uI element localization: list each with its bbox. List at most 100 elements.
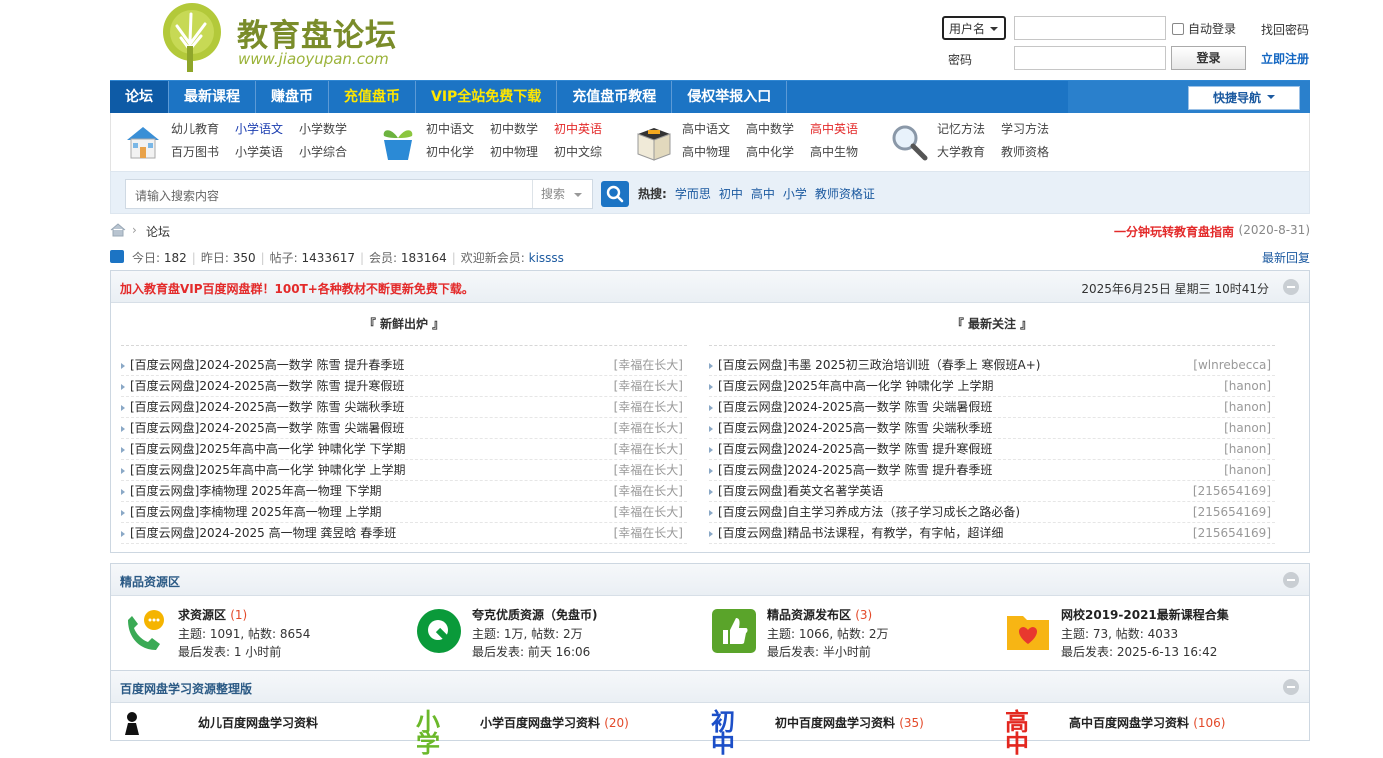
thread-author[interactable]: [hanon]: [1224, 397, 1271, 418]
cat-link[interactable]: 高中语文: [682, 120, 730, 137]
register-link[interactable]: 立即注册: [1261, 50, 1309, 67]
thread-title-link[interactable]: [百度云网盘]2024-2025高一数学 陈雪 提升春季班: [130, 358, 404, 372]
thread-author[interactable]: [幸福在长大]: [614, 502, 683, 523]
cat-link[interactable]: 初中物理: [490, 143, 538, 160]
thread-title-link[interactable]: [百度云网盘]2025年高中高一化学 钟啸化学 上学期: [718, 379, 994, 393]
find-password-link[interactable]: 找回密码: [1261, 21, 1309, 38]
cat-link[interactable]: 初中语文: [426, 120, 474, 137]
collapse-icon[interactable]: [1283, 572, 1299, 588]
thread-title-link[interactable]: [百度云网盘]2025年高中高一化学 钟啸化学 上学期: [130, 463, 406, 477]
cat-link[interactable]: 高中物理: [682, 143, 730, 160]
thread-title-link[interactable]: [百度云网盘]2024-2025高一数学 陈雪 尖端秋季班: [130, 400, 404, 414]
auto-login-checkbox[interactable]: 自动登录: [1172, 20, 1236, 37]
cat-link[interactable]: 小学语文: [235, 120, 283, 137]
cat-link[interactable]: 教师资格: [1001, 143, 1049, 160]
thread-title-link[interactable]: [百度云网盘]2024-2025高一数学 陈雪 提升寒假班: [130, 379, 404, 393]
thread-author[interactable]: [hanon]: [1224, 439, 1271, 460]
thread-row[interactable]: [百度云网盘]韦墨 2025初三政治培训班（春季上 寒假班A+) [wlnrebe…: [709, 355, 1275, 376]
thread-title-link[interactable]: [百度云网盘]2024-2025 高一物理 龚昱晗 春季班: [130, 526, 396, 540]
thread-title-link[interactable]: [百度云网盘]看英文名著学英语: [718, 484, 883, 498]
baidu-title[interactable]: 百度网盘学习资源整理版: [120, 680, 252, 697]
cat-link[interactable]: 幼儿教育: [171, 120, 219, 137]
thread-row[interactable]: [百度云网盘]精品书法课程，有教学，有字帖，超详细 [215654169]: [709, 523, 1275, 544]
announcement-title[interactable]: 加入教育盘VIP百度网盘群！100T+各种教材不断更新免费下载。: [120, 280, 474, 297]
quick-nav-button[interactable]: 快捷导航: [1188, 86, 1300, 110]
cat-link[interactable]: 百万图书: [171, 143, 219, 160]
cat-link[interactable]: 高中生物: [810, 143, 858, 160]
thread-author[interactable]: [wlnrebecca]: [1193, 355, 1271, 376]
thread-title-link[interactable]: [百度云网盘]李楠物理 2025年高一物理 上学期: [130, 505, 382, 519]
thread-row[interactable]: [百度云网盘]2024-2025高一数学 陈雪 尖端暑假班 [hanon]: [709, 397, 1275, 418]
thread-title-link[interactable]: [百度云网盘]2024-2025高一数学 陈雪 尖端秋季班: [718, 421, 992, 435]
thread-row[interactable]: [百度云网盘]李楠物理 2025年高一物理 下学期 [幸福在长大]: [121, 481, 687, 502]
cat-link[interactable]: 高中化学: [746, 143, 794, 160]
thread-title-link[interactable]: [百度云网盘]韦墨 2025初三政治培训班（春季上 寒假班A+): [718, 358, 1040, 372]
thread-title-link[interactable]: [百度云网盘]2024-2025高一数学 陈雪 提升寒假班: [718, 442, 992, 456]
login-type-select[interactable]: 用户名: [942, 16, 1006, 40]
nav-item-report[interactable]: 侵权举报入口: [672, 81, 788, 113]
nav-item-earn-coins[interactable]: 赚盘币: [256, 81, 329, 113]
thread-author[interactable]: [幸福在长大]: [614, 481, 683, 502]
thread-row[interactable]: [百度云网盘]自主学习养成方法（孩子学习成长之路必备) [215654169]: [709, 502, 1275, 523]
thread-author[interactable]: [幸福在长大]: [614, 460, 683, 481]
nav-item-recharge-guide[interactable]: 充值盘币教程: [557, 81, 673, 113]
collapse-icon[interactable]: [1283, 679, 1299, 695]
thread-row[interactable]: [百度云网盘]2025年高中高一化学 钟啸化学 上学期 [幸福在长大]: [121, 460, 687, 481]
search-type-select[interactable]: 搜索: [532, 180, 592, 208]
cat-link[interactable]: 大学教育: [937, 143, 985, 160]
hot-link[interactable]: 高中: [751, 185, 775, 202]
thread-row[interactable]: [百度云网盘]2024-2025高一数学 陈雪 提升寒假班 [幸福在长大]: [121, 376, 687, 397]
collapse-icon[interactable]: [1283, 279, 1299, 295]
checkbox-icon[interactable]: [1172, 22, 1184, 35]
thread-title-link[interactable]: [百度云网盘]自主学习养成方法（孩子学习成长之路必备): [718, 505, 1020, 519]
thread-author[interactable]: [215654169]: [1193, 481, 1271, 502]
thread-title-link[interactable]: [百度云网盘]2024-2025高一数学 陈雪 提升春季班: [718, 463, 992, 477]
thread-title-link[interactable]: [百度云网盘]李楠物理 2025年高一物理 下学期: [130, 484, 382, 498]
thread-author[interactable]: [hanon]: [1224, 460, 1271, 481]
hot-link[interactable]: 学而思: [675, 185, 711, 202]
cat-link[interactable]: 小学综合: [299, 143, 347, 160]
thread-row[interactable]: [百度云网盘]2024-2025高一数学 陈雪 提升寒假班 [hanon]: [709, 439, 1275, 460]
thread-row[interactable]: [百度云网盘]2024-2025高一数学 陈雪 提升春季班 [hanon]: [709, 460, 1275, 481]
latest-replies-link[interactable]: 最新回复: [1262, 249, 1310, 266]
breadcrumb-current[interactable]: 论坛: [146, 223, 170, 240]
notice-link[interactable]: 一分钟玩转教育盘指南: [1114, 223, 1234, 240]
thread-row[interactable]: [百度云网盘]看英文名著学英语 [215654169]: [709, 481, 1275, 502]
thread-row[interactable]: [百度云网盘]2024-2025 高一物理 龚昱晗 春季班 [幸福在长大]: [121, 523, 687, 544]
search-input[interactable]: 请输入搜索内容 搜索: [125, 179, 593, 209]
hot-link[interactable]: 小学: [783, 185, 807, 202]
cat-link[interactable]: 初中英语: [554, 120, 602, 137]
thread-row[interactable]: [百度云网盘]2025年高中高一化学 钟啸化学 上学期 [hanon]: [709, 376, 1275, 397]
cat-link[interactable]: 初中数学: [490, 120, 538, 137]
username-input[interactable]: [1014, 16, 1166, 40]
hot-link[interactable]: 初中: [719, 185, 743, 202]
password-input[interactable]: [1014, 46, 1166, 70]
cat-link[interactable]: 高中英语: [810, 120, 858, 137]
thread-author[interactable]: [幸福在长大]: [614, 397, 683, 418]
nav-item-vip-download[interactable]: VIP全站免费下载: [416, 81, 558, 113]
featured-title[interactable]: 精品资源区: [120, 573, 180, 590]
nav-item-recharge[interactable]: 充值盘币: [329, 81, 416, 113]
thread-author[interactable]: [hanon]: [1224, 418, 1271, 439]
thread-row[interactable]: [百度云网盘]2024-2025高一数学 陈雪 尖端秋季班 [hanon]: [709, 418, 1275, 439]
thread-author[interactable]: [215654169]: [1193, 523, 1271, 544]
home-icon[interactable]: [110, 223, 126, 237]
thread-author[interactable]: [215654169]: [1193, 502, 1271, 523]
thread-author[interactable]: [幸福在长大]: [614, 439, 683, 460]
thread-author[interactable]: [幸福在长大]: [614, 523, 683, 544]
cat-link[interactable]: 小学数学: [299, 120, 347, 137]
thread-author[interactable]: [hanon]: [1224, 376, 1271, 397]
login-button[interactable]: 登录: [1171, 46, 1246, 70]
cat-link[interactable]: 学习方法: [1001, 120, 1049, 137]
thread-row[interactable]: [百度云网盘]2024-2025高一数学 陈雪 提升春季班 [幸福在长大]: [121, 355, 687, 376]
thread-title-link[interactable]: [百度云网盘]2025年高中高一化学 钟啸化学 下学期: [130, 442, 406, 456]
thread-author[interactable]: [幸福在长大]: [614, 418, 683, 439]
thread-row[interactable]: [百度云网盘]2024-2025高一数学 陈雪 尖端秋季班 [幸福在长大]: [121, 397, 687, 418]
cat-link[interactable]: 高中数学: [746, 120, 794, 137]
cat-link[interactable]: 小学英语: [235, 143, 283, 160]
nav-item-forum[interactable]: 论坛: [110, 81, 169, 113]
thread-title-link[interactable]: [百度云网盘]精品书法课程，有教学，有字帖，超详细: [718, 526, 1003, 540]
thread-row[interactable]: [百度云网盘]2025年高中高一化学 钟啸化学 下学期 [幸福在长大]: [121, 439, 687, 460]
thread-title-link[interactable]: [百度云网盘]2024-2025高一数学 陈雪 尖端暑假班: [718, 400, 992, 414]
thread-author[interactable]: [幸福在长大]: [614, 376, 683, 397]
